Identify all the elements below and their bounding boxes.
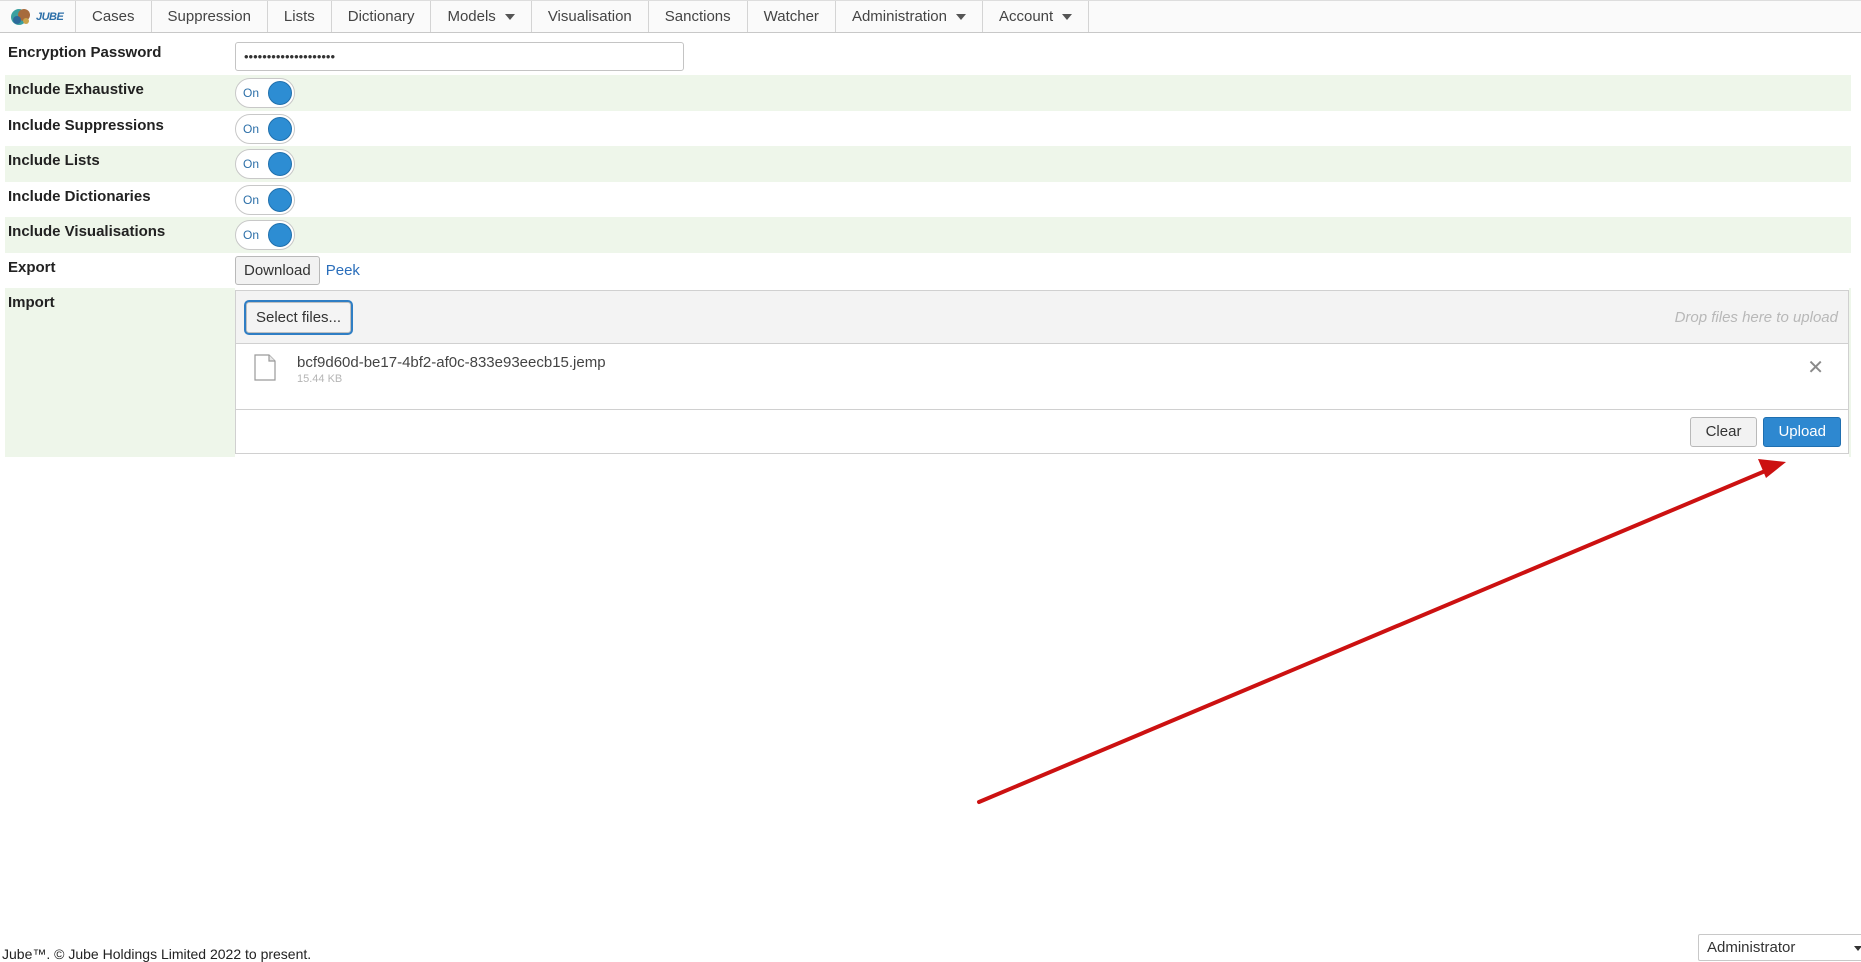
app-logo[interactable]: JUBE <box>0 1 76 32</box>
nav-item-dictionary[interactable]: Dictionary <box>332 1 432 32</box>
include-exhaustive-toggle[interactable]: On <box>235 78 295 108</box>
toggle-state-label: On <box>243 121 260 136</box>
toggle-knob <box>268 81 292 105</box>
nav-item-visualisation[interactable]: Visualisation <box>532 1 649 32</box>
include-dictionaries-toggle[interactable]: On <box>235 184 295 215</box>
nav-item-administration[interactable]: Administration <box>836 1 983 32</box>
chevron-down-icon <box>504 13 515 20</box>
upload-button[interactable]: Upload <box>1763 416 1841 447</box>
nav-item-lists[interactable]: Lists <box>268 1 332 32</box>
encryption-password-input[interactable] <box>235 42 684 71</box>
select-files-button[interactable]: Select files... <box>246 301 352 333</box>
nav-item-models[interactable]: Models <box>431 1 532 32</box>
include-exhaustive-field: On <box>235 75 1851 111</box>
user-role-selected: Administrator <box>1707 939 1796 956</box>
row-encryption-password: Encryption Password <box>5 38 1851 75</box>
include-suppressions-label: Include Suppressions <box>8 117 164 134</box>
upload-actions: Clear Upload <box>236 410 1848 453</box>
upload-file-item: bcf9d60d-be17-4bf2-af0c-833e93eecb15.jem… <box>236 344 1848 410</box>
row-include-visualisations: Include Visualisations On <box>5 217 1851 253</box>
chevron-down-icon <box>1062 13 1073 20</box>
download-button[interactable]: Download <box>235 256 320 285</box>
row-import: Import Select files... Drop files here t… <box>5 288 1851 457</box>
import-label: Import <box>8 294 55 311</box>
logo-icon <box>10 6 34 28</box>
file-icon <box>254 354 280 386</box>
user-role-select[interactable]: Administrator <box>1698 934 1861 961</box>
include-exhaustive-label: Include Exhaustive <box>8 81 144 98</box>
nav-item-suppression[interactable]: Suppression <box>152 1 268 32</box>
include-lists-field: On <box>235 146 1851 182</box>
include-lists-label: Include Lists <box>8 152 100 169</box>
include-dictionaries-label: Include Dictionaries <box>8 188 151 205</box>
file-upload-widget: Select files... Drop files here to uploa… <box>235 290 1849 454</box>
nav-menu: Cases Suppression Lists Dictionary Model… <box>76 1 1090 32</box>
export-field: Download Peek <box>235 253 1851 288</box>
nav-item-label: Account <box>998 8 1054 25</box>
encryption-password-label: Encryption Password <box>8 44 162 61</box>
toggle-knob <box>268 223 292 247</box>
row-include-exhaustive: Include Exhaustive On <box>5 75 1851 111</box>
nav-item-account[interactable]: Account <box>983 1 1090 32</box>
toggle-state-label: On <box>243 86 260 100</box>
toggle-knob <box>268 116 292 141</box>
row-export: Export Download Peek <box>5 253 1851 288</box>
row-include-suppressions: Include Suppressions On <box>5 111 1851 146</box>
toggle-state-label: On <box>243 228 260 242</box>
logo-text: JUBE <box>36 10 64 23</box>
nav-item-label: Cases <box>92 8 135 25</box>
toggle-state-label: On <box>243 157 260 171</box>
nav-item-label: Models <box>447 8 496 25</box>
clear-button[interactable]: Clear <box>1689 416 1758 447</box>
row-include-lists: Include Lists On <box>5 146 1851 182</box>
include-suppressions-toggle[interactable]: On <box>235 113 295 144</box>
export-label: Export <box>8 259 56 276</box>
include-visualisations-toggle[interactable]: On <box>235 220 295 250</box>
footer-copyright: Jube™. © Jube Holdings Limited 2022 to p… <box>2 946 312 962</box>
nav-item-label: Sanctions <box>664 8 731 25</box>
nav-item-label: Lists <box>283 8 315 25</box>
top-navigation: JUBE Cases Suppression Lists Dictionary … <box>0 0 1861 33</box>
nav-item-label: Watcher <box>763 8 819 25</box>
nav-item-label: Dictionary <box>347 8 415 25</box>
nav-item-label: Administration <box>851 8 947 25</box>
include-lists-toggle[interactable]: On <box>235 149 295 179</box>
close-icon[interactable]: ✕ <box>1807 358 1824 378</box>
encryption-password-field-wrap <box>235 38 1851 75</box>
toggle-knob <box>268 187 292 212</box>
include-visualisations-field: On <box>235 217 1851 253</box>
peek-link[interactable]: Peek <box>326 262 360 279</box>
nav-item-sanctions[interactable]: Sanctions <box>649 1 748 32</box>
toggle-knob <box>268 152 292 176</box>
include-visualisations-label: Include Visualisations <box>8 223 166 240</box>
nav-item-label: Suppression <box>167 8 251 25</box>
include-dictionaries-field: On <box>235 182 1851 217</box>
chevron-down-icon <box>955 13 966 20</box>
chevron-down-icon <box>1854 946 1861 951</box>
export-import-form: Encryption Password Include Exhaustive O… <box>5 38 1851 457</box>
nav-item-watcher[interactable]: Watcher <box>748 1 836 32</box>
import-field: Select files... Drop files here to uploa… <box>235 288 1849 457</box>
file-info: bcf9d60d-be17-4bf2-af0c-833e93eecb15.jem… <box>297 354 606 385</box>
file-name: bcf9d60d-be17-4bf2-af0c-833e93eecb15.jem… <box>297 354 606 371</box>
row-include-dictionaries: Include Dictionaries On <box>5 182 1851 217</box>
nav-item-label: Visualisation <box>547 8 632 25</box>
drop-zone-hint[interactable]: Drop files here to upload <box>1675 309 1838 326</box>
include-suppressions-field: On <box>235 111 1851 146</box>
file-size: 15.44 KB <box>297 373 343 385</box>
upload-toolbar: Select files... Drop files here to uploa… <box>236 291 1848 344</box>
toggle-state-label: On <box>243 192 260 207</box>
nav-item-cases[interactable]: Cases <box>76 1 152 32</box>
